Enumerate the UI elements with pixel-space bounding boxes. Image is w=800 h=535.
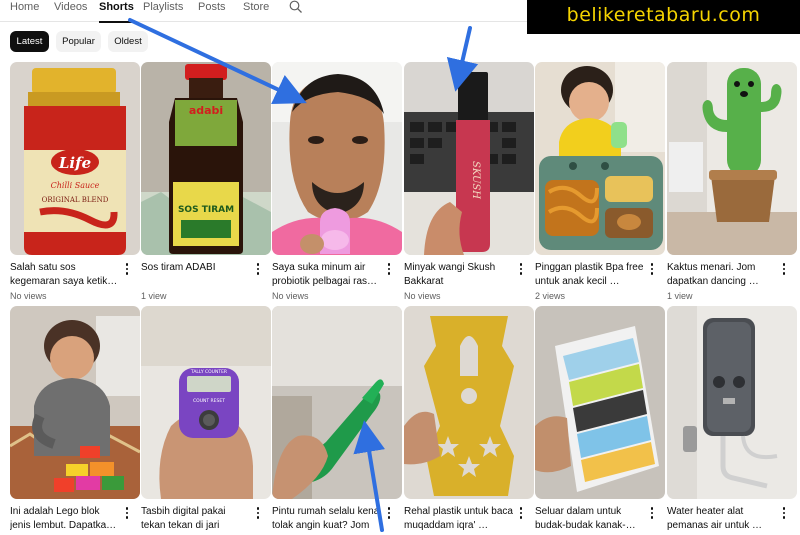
short-title[interactable]: Salah satu sos kegemaran saya ketik… — [10, 261, 120, 288]
short-thumbnail[interactable]: Life Chilli Sauce ORIGINAL BLEND — [10, 62, 140, 255]
more-actions-icon[interactable] — [517, 263, 525, 277]
more-actions-icon[interactable] — [385, 263, 393, 277]
more-actions-icon[interactable] — [254, 263, 262, 277]
oyster-brand-text: adabi — [189, 104, 223, 117]
short-title[interactable]: Seluar dalam untuk budak-budak kanak-… — [535, 505, 645, 532]
short-thumbnail[interactable] — [10, 306, 140, 499]
short-title[interactable]: Ini adalah Lego blok jenis lembut. Dapat… — [10, 505, 120, 532]
short-title[interactable]: Pintu rumah selalu kena tolak angin kuat… — [272, 505, 382, 532]
short-title[interactable]: Rehal plastik untuk baca muqaddam iqra' … — [404, 505, 514, 532]
tab-playlists[interactable]: Playlists — [143, 0, 183, 22]
tab-store[interactable]: Store — [243, 0, 269, 22]
watermark-banner: belikeretabaru.com — [527, 0, 800, 34]
short-views: 1 view — [141, 291, 167, 301]
short-thumbnail[interactable] — [667, 62, 797, 255]
short-thumbnail[interactable]: TALLY COUNTER COUNT RESET — [141, 306, 271, 499]
chip-oldest[interactable]: Oldest — [108, 31, 148, 52]
tab-posts[interactable]: Posts — [198, 0, 226, 22]
tab-shorts[interactable]: Shorts — [99, 0, 134, 23]
sauce-brand-text: Life — [58, 154, 91, 172]
more-actions-icon[interactable] — [780, 507, 788, 521]
short-thumbnail[interactable]: SKUSH — [404, 62, 534, 255]
short-thumbnail[interactable] — [272, 306, 402, 499]
short-views: No views — [272, 291, 309, 301]
short-thumbnail[interactable] — [667, 306, 797, 499]
tab-videos[interactable]: Videos — [54, 0, 87, 22]
search-icon[interactable] — [289, 0, 303, 15]
more-actions-icon[interactable] — [123, 263, 131, 277]
more-actions-icon[interactable] — [780, 263, 788, 277]
chip-latest[interactable]: Latest — [10, 31, 49, 52]
short-thumbnail[interactable]: adabi SOS TIRAM — [141, 62, 271, 255]
more-actions-icon[interactable] — [254, 507, 262, 521]
watermark-text: belikeretabaru.com — [566, 4, 761, 26]
short-title[interactable]: Minyak wangi Skush Bakkarat — [404, 261, 514, 288]
counter-buttons-text: COUNT RESET — [193, 398, 225, 404]
more-actions-icon[interactable] — [648, 263, 656, 277]
short-title[interactable]: Sos tiram ADABI — [141, 261, 251, 275]
oyster-label-text: SOS TIRAM — [178, 205, 234, 215]
short-title[interactable]: Water heater alat pemanas air untuk … — [667, 505, 777, 532]
short-title[interactable]: Pinggan plastik Bpa free untuk anak keci… — [535, 261, 645, 288]
short-title[interactable]: Kaktus menari. Jom dapatkan dancing … — [667, 261, 777, 288]
short-views: 1 view — [667, 291, 693, 301]
chip-popular[interactable]: Popular — [56, 31, 101, 52]
sauce-label-text: Chilli Sauce — [51, 181, 100, 190]
short-thumbnail[interactable] — [272, 62, 402, 255]
short-title[interactable]: Saya suka minum air probiotik pelbagai r… — [272, 261, 382, 288]
more-actions-icon[interactable] — [517, 507, 525, 521]
more-actions-icon[interactable] — [648, 507, 656, 521]
counter-label-text: TALLY COUNTER — [190, 369, 227, 375]
short-thumbnail[interactable] — [535, 62, 665, 255]
short-views: No views — [404, 291, 441, 301]
perfume-label-text: SKUSH — [470, 161, 481, 199]
sauce-label-text-2: ORIGINAL BLEND — [42, 196, 109, 204]
tab-home[interactable]: Home — [10, 0, 39, 22]
more-actions-icon[interactable] — [123, 507, 131, 521]
more-actions-icon[interactable] — [385, 507, 393, 521]
short-views: 2 views — [535, 291, 566, 301]
short-title[interactable]: Tasbih digital pakai tekan tekan di jari — [141, 505, 251, 532]
short-thumbnail[interactable] — [535, 306, 665, 499]
short-views: No views — [10, 291, 47, 301]
short-thumbnail[interactable] — [404, 306, 534, 499]
